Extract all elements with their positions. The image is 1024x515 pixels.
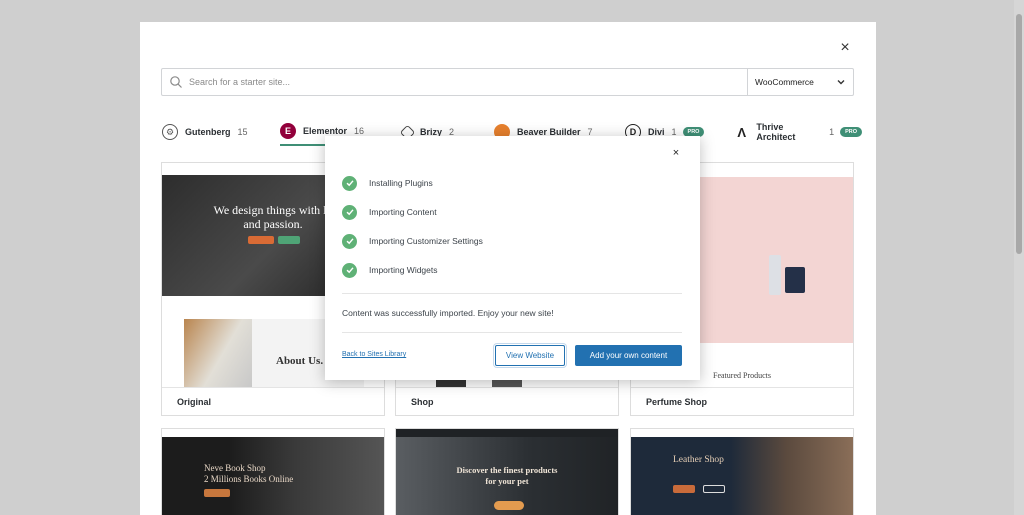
tab-count: 16 (354, 126, 365, 136)
step-importing-widgets: Importing Widgets (342, 262, 438, 278)
thumbnail-nav (396, 429, 618, 437)
thumbnail-headline: Leather Shop (673, 455, 724, 465)
divider (342, 332, 682, 333)
thumbnail-button (248, 236, 274, 244)
thumbnail-bottle (785, 267, 805, 293)
site-card-leather-shop[interactable]: Leather Shop (630, 428, 854, 515)
tab-label: Thrive Architect (756, 122, 796, 142)
scrollbar-thumb[interactable] (1016, 14, 1022, 254)
gutenberg-logo-icon: ⚙ (162, 124, 178, 140)
check-circle-icon (342, 262, 357, 278)
success-message: Content was successfully imported. Enjoy… (342, 308, 554, 318)
category-select[interactable]: WooCommerce (747, 69, 854, 95)
step-label: Importing Widgets (369, 265, 438, 275)
site-card-thumbnail: Leather Shop (631, 429, 853, 515)
tab-count: 1 (829, 127, 835, 137)
thumbnail-button (278, 236, 300, 244)
pro-badge: PRO (840, 127, 862, 137)
thumbnail-nav (162, 429, 384, 437)
tab-count: 15 (237, 127, 248, 137)
thumbnail-button (204, 489, 230, 497)
step-label: Installing Plugins (369, 178, 433, 188)
site-card-pet-shop[interactable]: Discover the finest products for your pe… (395, 428, 619, 515)
search-icon (170, 76, 182, 88)
page-scrollbar[interactable] (1014, 0, 1024, 515)
tab-label: Gutenberg (185, 127, 231, 137)
step-importing-customizer-settings: Importing Customizer Settings (342, 233, 483, 249)
thumbnail-button (703, 485, 725, 493)
thumbnail-headline: Discover the finest products for your pe… (396, 465, 618, 487)
check-circle-icon (342, 175, 357, 191)
tab-thrive-architect[interactable]: Λ Thrive Architect 1 PRO (734, 118, 862, 146)
check-circle-icon (342, 233, 357, 249)
category-select-value: WooCommerce (755, 77, 814, 87)
add-own-content-button[interactable]: Add your own content (575, 345, 682, 366)
modal-close-button[interactable]: × (836, 39, 854, 57)
headline-line: 2 Millions Books Online (204, 474, 294, 484)
site-card-title: Original (162, 387, 384, 415)
thumbnail-button (494, 501, 524, 510)
search-bar: WooCommerce (161, 68, 854, 96)
dialog-close-button[interactable]: × (669, 146, 683, 160)
check-circle-icon (342, 204, 357, 220)
headline-line: for your pet (485, 476, 529, 486)
site-card-thumbnail: Neve Book Shop 2 Millions Books Online (162, 429, 384, 515)
thumbnail-about-image (184, 319, 252, 387)
headline-line: Neve Book Shop (204, 463, 266, 473)
chevron-down-icon (837, 80, 845, 85)
step-label: Importing Content (369, 207, 437, 217)
step-label: Importing Customizer Settings (369, 236, 483, 246)
site-card-title: Shop (396, 387, 618, 415)
elementor-logo-icon: E (280, 123, 296, 139)
thumbnail-headline: Neve Book Shop 2 Millions Books Online (204, 463, 293, 485)
site-card-thumbnail: Discover the finest products for your pe… (396, 429, 618, 515)
site-card-book-shop[interactable]: Neve Book Shop 2 Millions Books Online (161, 428, 385, 515)
tab-gutenberg[interactable]: ⚙ Gutenberg 15 (162, 118, 248, 146)
tab-label: Elementor (303, 126, 348, 136)
view-website-button[interactable]: View Website (495, 345, 565, 366)
thumbnail-about-title: About Us. (276, 355, 324, 367)
site-card-title: Perfume Shop (631, 387, 853, 415)
step-importing-content: Importing Content (342, 204, 437, 220)
thumbnail-nav (631, 429, 853, 437)
thumbnail-bottle (769, 255, 781, 295)
headline-line: Discover the finest products (456, 465, 558, 475)
thrive-architect-logo-icon: Λ (734, 124, 750, 140)
step-installing-plugins: Installing Plugins (342, 175, 433, 191)
thumbnail-button (673, 485, 695, 493)
search-input[interactable] (189, 73, 729, 91)
import-success-dialog: × Installing Plugins Importing Content I… (325, 136, 700, 380)
divider (342, 293, 682, 294)
back-to-library-link[interactable]: Back to Sites Library (342, 351, 406, 358)
